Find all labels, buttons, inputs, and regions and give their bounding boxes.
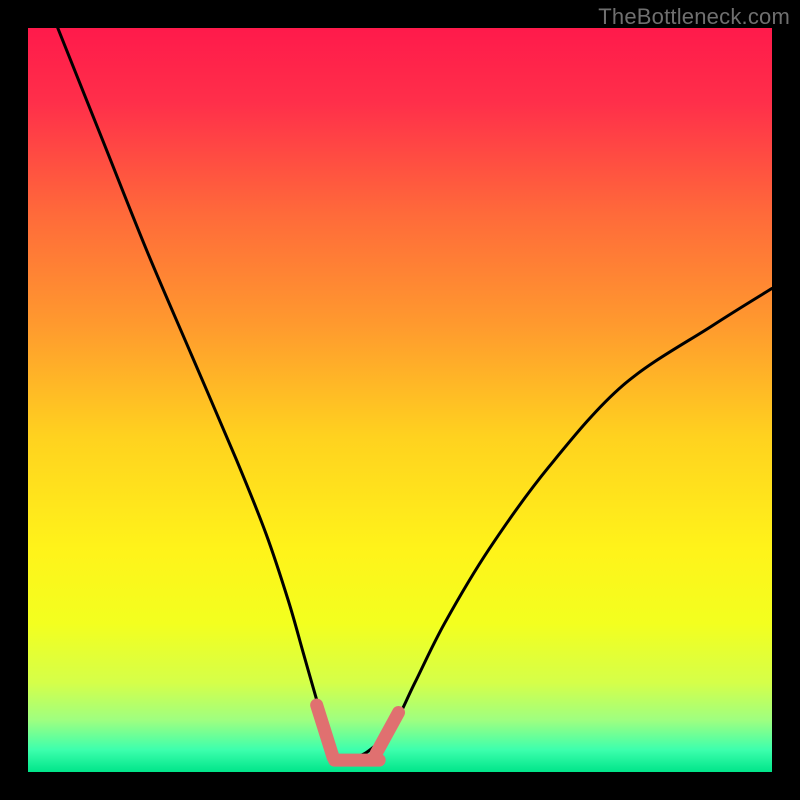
bottleneck-curve: [58, 28, 772, 759]
plot-area: [28, 28, 772, 772]
left-marker: [317, 705, 333, 757]
right-marker: [376, 712, 398, 753]
watermark-text: TheBottleneck.com: [598, 4, 790, 30]
markers-group: [317, 705, 399, 760]
curve-overlay: [28, 28, 772, 772]
chart-frame: TheBottleneck.com: [0, 0, 800, 800]
